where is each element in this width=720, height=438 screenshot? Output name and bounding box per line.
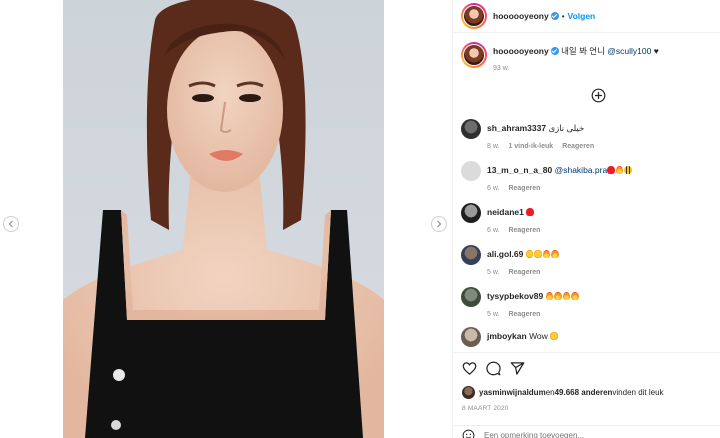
caption-mention-link[interactable]: @scully100 (607, 46, 651, 56)
heart-emoji-icon (607, 166, 615, 174)
commenter-avatar[interactable] (461, 245, 481, 265)
likes-count[interactable]: 49.668 anderen (555, 388, 613, 397)
commenter-avatar[interactable] (461, 327, 481, 347)
comment-icon[interactable] (486, 361, 501, 376)
chevron-right-icon (437, 220, 442, 228)
reply-button[interactable]: Reageren (508, 309, 540, 320)
likes-mid-text: en (545, 388, 555, 397)
commenter-avatar[interactable] (461, 161, 481, 181)
author-avatar[interactable] (461, 3, 487, 29)
reply-button[interactable]: Reageren (508, 225, 540, 236)
commenter-username[interactable]: tysypbekov89 (487, 291, 543, 301)
comment-item: neidane1 6 w. Reageren (461, 203, 716, 236)
caption-text: 내일 봐 언니 (561, 46, 608, 56)
fire-emoji-icon (554, 292, 562, 300)
commenter-username[interactable]: sh_ahram3337 (487, 123, 546, 133)
commenter-avatar[interactable] (461, 119, 481, 139)
bee-emoji-icon (624, 166, 632, 174)
comment-time[interactable]: 6 w. (487, 183, 499, 194)
commenter-username[interactable]: 13_m_o_n_a_80 (487, 165, 552, 175)
add-comment-bar (453, 425, 720, 438)
commenter-username[interactable]: neidane1 (487, 207, 524, 217)
comment-time[interactable]: 8 w. (487, 141, 499, 152)
heart-icon[interactable] (462, 361, 477, 376)
chevron-left-icon (8, 220, 13, 228)
fire-emoji-icon (542, 250, 551, 258)
likes-suffix: vinden dit leuk (612, 388, 664, 397)
comment-text: Wow (529, 331, 551, 341)
post-details-pane: hoooooyeony • Volgen hoooooyeony 내일 봐 언니… (452, 0, 720, 438)
follow-button[interactable]: Volgen (568, 11, 596, 21)
reply-button[interactable]: Reageren (562, 141, 594, 152)
fire-emoji-icon (545, 292, 554, 300)
comment-text[interactable]: @shakiba.pra (555, 165, 608, 175)
previous-post-button[interactable] (3, 216, 19, 232)
fire-emoji-icon (571, 292, 579, 300)
comment-item: tysypbekov89 5 w. Reageren (461, 287, 716, 320)
post-caption: hoooooyeony 내일 봐 언니 @scully100 ♥ 93 w. (461, 42, 716, 74)
comment-item: jmboykan Wow (461, 327, 716, 347)
commenter-avatar[interactable] (461, 203, 481, 223)
likes-summary: yasminwijnaldum en 49.668 anderen vinden… (462, 386, 664, 399)
comment-likes[interactable]: 1 vind-ik-leuk (508, 141, 553, 152)
post-header: hoooooyeony • Volgen (453, 0, 720, 33)
comment-item: sh_ahram3337 خیلی نازی 8 w. 1 vind-ik-le… (461, 119, 716, 152)
starry-emoji-icon (550, 332, 558, 340)
author-username[interactable]: hoooooyeony (493, 11, 549, 21)
reply-button[interactable]: Reageren (508, 267, 540, 278)
media-viewer (0, 0, 452, 438)
verified-icon (550, 47, 559, 55)
starry-emoji-icon (525, 250, 534, 258)
verified-icon (550, 12, 559, 20)
fire-emoji-icon (551, 250, 559, 258)
share-icon[interactable] (510, 361, 525, 376)
add-comment-input[interactable] (484, 431, 684, 438)
starry-emoji-icon (534, 250, 542, 258)
separator-dot: • (561, 11, 565, 21)
comment-text: خیلی نازی (548, 123, 585, 133)
comment-time[interactable]: 5 w. (487, 267, 499, 278)
post-date[interactable]: 8 MAART 2020 (462, 405, 509, 412)
caption-suffix: ♥ (651, 46, 659, 56)
reply-button[interactable]: Reageren (508, 183, 540, 194)
emoji-icon[interactable] (462, 429, 475, 438)
heart-emoji-icon (526, 208, 534, 216)
fire-emoji-icon (615, 166, 624, 174)
post-photo[interactable] (63, 0, 384, 438)
liker-avatar[interactable] (462, 386, 475, 399)
plus-circle-icon[interactable] (591, 88, 606, 103)
comment-item: 13_m_o_n_a_80 @shakiba.pra 6 w. Reageren (461, 161, 716, 194)
caption-time[interactable]: 93 w. (493, 63, 509, 74)
caption-author-avatar[interactable] (461, 42, 487, 68)
portrait-illustration (63, 0, 384, 438)
commenter-username[interactable]: jmboykan (487, 331, 527, 341)
commenter-username[interactable]: ali.gol.69 (487, 249, 523, 259)
comment-item: ali.gol.69 5 w. Reageren (461, 245, 716, 278)
post-actions: yasminwijnaldum en 49.668 anderen vinden… (453, 352, 720, 438)
comment-time[interactable]: 5 w. (487, 309, 499, 320)
commenter-avatar[interactable] (461, 287, 481, 307)
next-post-button[interactable] (431, 216, 447, 232)
comment-time[interactable]: 6 w. (487, 225, 499, 236)
liker-username[interactable]: yasminwijnaldum (479, 388, 546, 397)
caption-username[interactable]: hoooooyeony (493, 46, 549, 56)
fire-emoji-icon (562, 292, 571, 300)
